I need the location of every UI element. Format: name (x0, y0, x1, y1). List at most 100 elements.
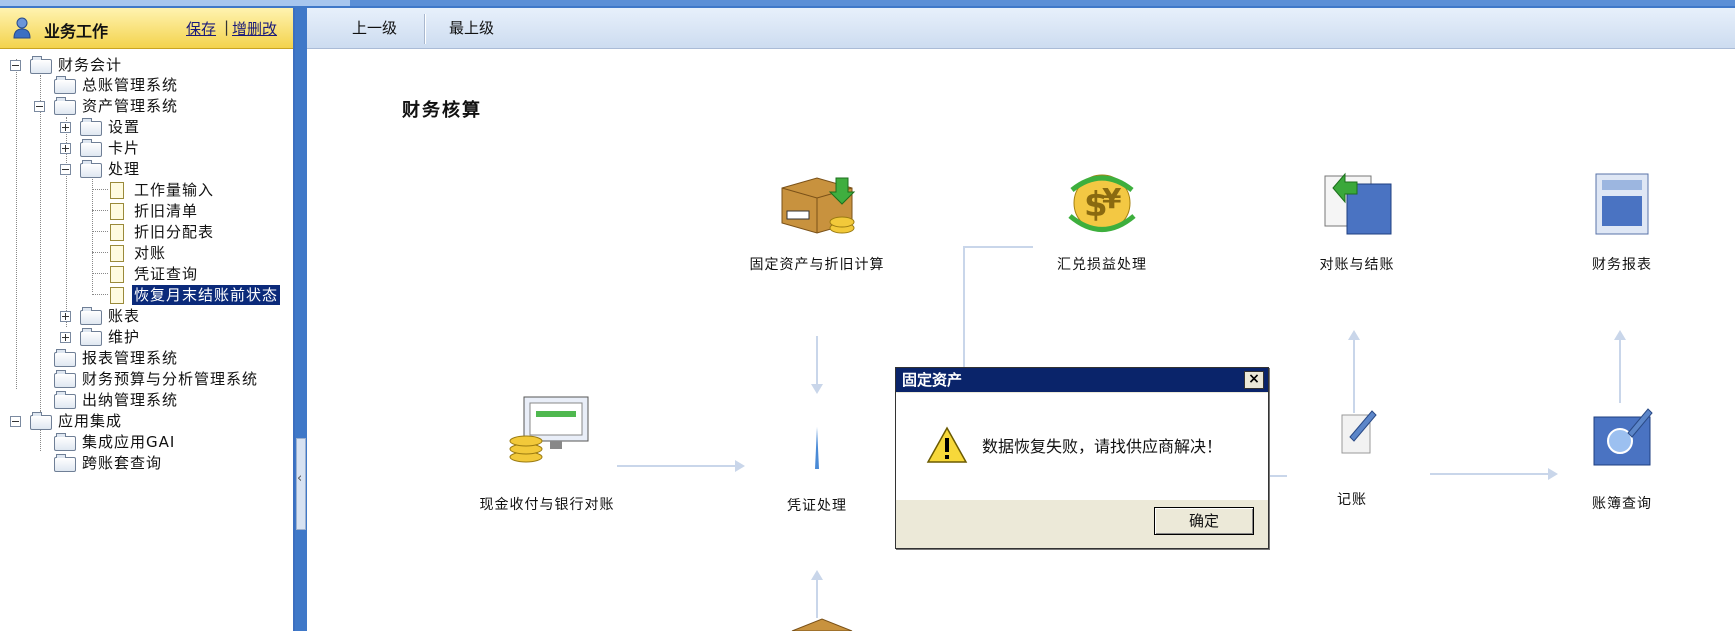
collapse-arrow-icon[interactable]: ‹ (297, 471, 302, 486)
dialog-body: 数据恢复失败，请找供应商解决！ (896, 393, 1268, 500)
tree-connector (40, 75, 41, 429)
tree-label: 对账 (134, 244, 167, 262)
collapse-toggle[interactable] (10, 416, 21, 427)
folder-icon (80, 307, 102, 325)
voucher-icon (815, 427, 819, 469)
section-title: 财务核算 (402, 100, 482, 121)
top-strip-highlight (0, 0, 350, 6)
panel-splitter[interactable]: ‹ (295, 8, 307, 631)
flow-fixed-assets[interactable]: 固定资产与折旧计算 (737, 168, 897, 274)
ledger-query-icon (1593, 408, 1653, 466)
up-level-button[interactable]: 上一级 (352, 8, 397, 48)
save-link[interactable]: 保存 (186, 18, 216, 39)
collapse-toggle[interactable] (10, 60, 21, 71)
flow-label: 汇兑损益处理 (1057, 257, 1147, 273)
collapse-toggle[interactable] (34, 101, 45, 112)
pen-document-icon (1341, 410, 1377, 454)
panel-title: 业务工作 (44, 22, 109, 41)
warning-icon (926, 426, 968, 463)
dialog-titlebar: 固定资产 × (896, 368, 1268, 392)
flow-arrowhead (1614, 330, 1626, 340)
tree-connector (16, 59, 17, 389)
tree-label: 设置 (108, 118, 141, 136)
top-level-button[interactable]: 最上级 (449, 8, 494, 48)
folder-icon (54, 76, 76, 94)
monitor-coins-icon (509, 396, 589, 463)
tree-connector (92, 273, 108, 274)
flow-voucher[interactable]: 凭证处理 (747, 423, 887, 515)
document-icon (110, 245, 124, 262)
tree-connector (92, 189, 108, 190)
document-icon (110, 287, 124, 304)
tree-label: 折旧清单 (134, 202, 199, 220)
tree-label: 账表 (108, 307, 141, 325)
folder-icon (80, 139, 102, 157)
tree-label: 卡片 (108, 139, 141, 157)
tree-connector (92, 175, 93, 292)
flow-arrowhead (1348, 330, 1360, 340)
flow-connector (1619, 338, 1621, 403)
edit-link[interactable]: 增删改 (232, 18, 277, 39)
folder-icon (54, 391, 76, 409)
tree-label: 工作量输入 (134, 181, 215, 199)
left-navigation-panel: 业务工作 保存 | 增删改 财务会计 总账管理系统 资产管理系统 设置 卡片 处… (0, 8, 295, 631)
box-coins-icon (781, 177, 856, 234)
flow-reconcile[interactable]: 对账与结账 (1287, 168, 1427, 274)
tree-label: 折旧分配表 (134, 223, 215, 241)
tree-connector (92, 252, 108, 253)
tree-connector (92, 231, 108, 232)
flow-posting[interactable]: 记账 (1282, 403, 1422, 509)
expand-toggle[interactable] (60, 332, 71, 343)
document-icon (110, 266, 124, 283)
splitter-grip[interactable]: ‹ (296, 438, 306, 530)
flow-connector (963, 246, 965, 376)
flow-ledger[interactable]: 账簿查询 (1552, 403, 1692, 513)
main-toolbar: 上一级 最上级 (307, 8, 1735, 49)
folder-icon (30, 56, 52, 74)
flow-connector (816, 336, 818, 386)
left-panel-header: 业务工作 保存 | 增删改 (0, 8, 293, 49)
currency-exchange-icon: $ ¥ (1068, 174, 1136, 232)
user-icon (13, 17, 31, 39)
ok-button[interactable]: 确定 (1154, 507, 1254, 535)
header-separator: | (224, 18, 230, 36)
tree-label: 维护 (108, 328, 141, 346)
flow-label: 固定资产与折旧计算 (749, 257, 885, 273)
error-dialog: 固定资产 × 数据恢复失败，请找供应商解决！ 确定 (895, 367, 1269, 549)
collapse-toggle[interactable] (60, 164, 71, 175)
flow-label: 账簿查询 (1592, 496, 1652, 512)
flow-label: 凭证处理 (787, 498, 847, 514)
top-strip (0, 0, 1735, 6)
expand-toggle[interactable] (60, 122, 71, 133)
close-icon[interactable]: × (1244, 371, 1264, 389)
expand-toggle[interactable] (60, 143, 71, 154)
flow-connector (1353, 338, 1355, 413)
dialog-message: 数据恢复失败，请找供应商解决！ (982, 437, 1223, 456)
tree-label: 凭证查询 (134, 265, 199, 283)
flow-cash[interactable]: 现金收付与银行对账 (457, 393, 637, 514)
document-icon (110, 224, 124, 241)
folder-icon (54, 433, 76, 451)
tree-label: 总账管理系统 (82, 76, 179, 94)
tree-label: 出纳管理系统 (82, 391, 179, 409)
folder-icon (54, 97, 76, 115)
flow-connector (816, 578, 818, 618)
flow-connector (1430, 473, 1550, 475)
tree-connector (92, 294, 108, 295)
folder-icon (30, 412, 52, 430)
tree-label: 财务预算与分析管理系统 (82, 370, 259, 388)
tree-label: 集成应用GAI (82, 433, 176, 451)
folder-icon (80, 328, 102, 346)
tree-label: 应用集成 (58, 412, 123, 430)
flow-arrowhead (811, 384, 823, 394)
flow-arrowhead (811, 570, 823, 580)
folder-icon (54, 370, 76, 388)
toolbar-separator (424, 14, 426, 44)
ledger-book-icon (1324, 172, 1392, 235)
folder-icon (54, 349, 76, 367)
tree-label-selected: 恢复月末结账前状态 (132, 285, 281, 305)
folder-icon (80, 118, 102, 136)
flow-exchange[interactable]: $ ¥ 汇兑损益处理 (1022, 168, 1182, 274)
flow-reports[interactable]: 财务报表 (1552, 168, 1692, 274)
expand-toggle[interactable] (60, 311, 71, 322)
